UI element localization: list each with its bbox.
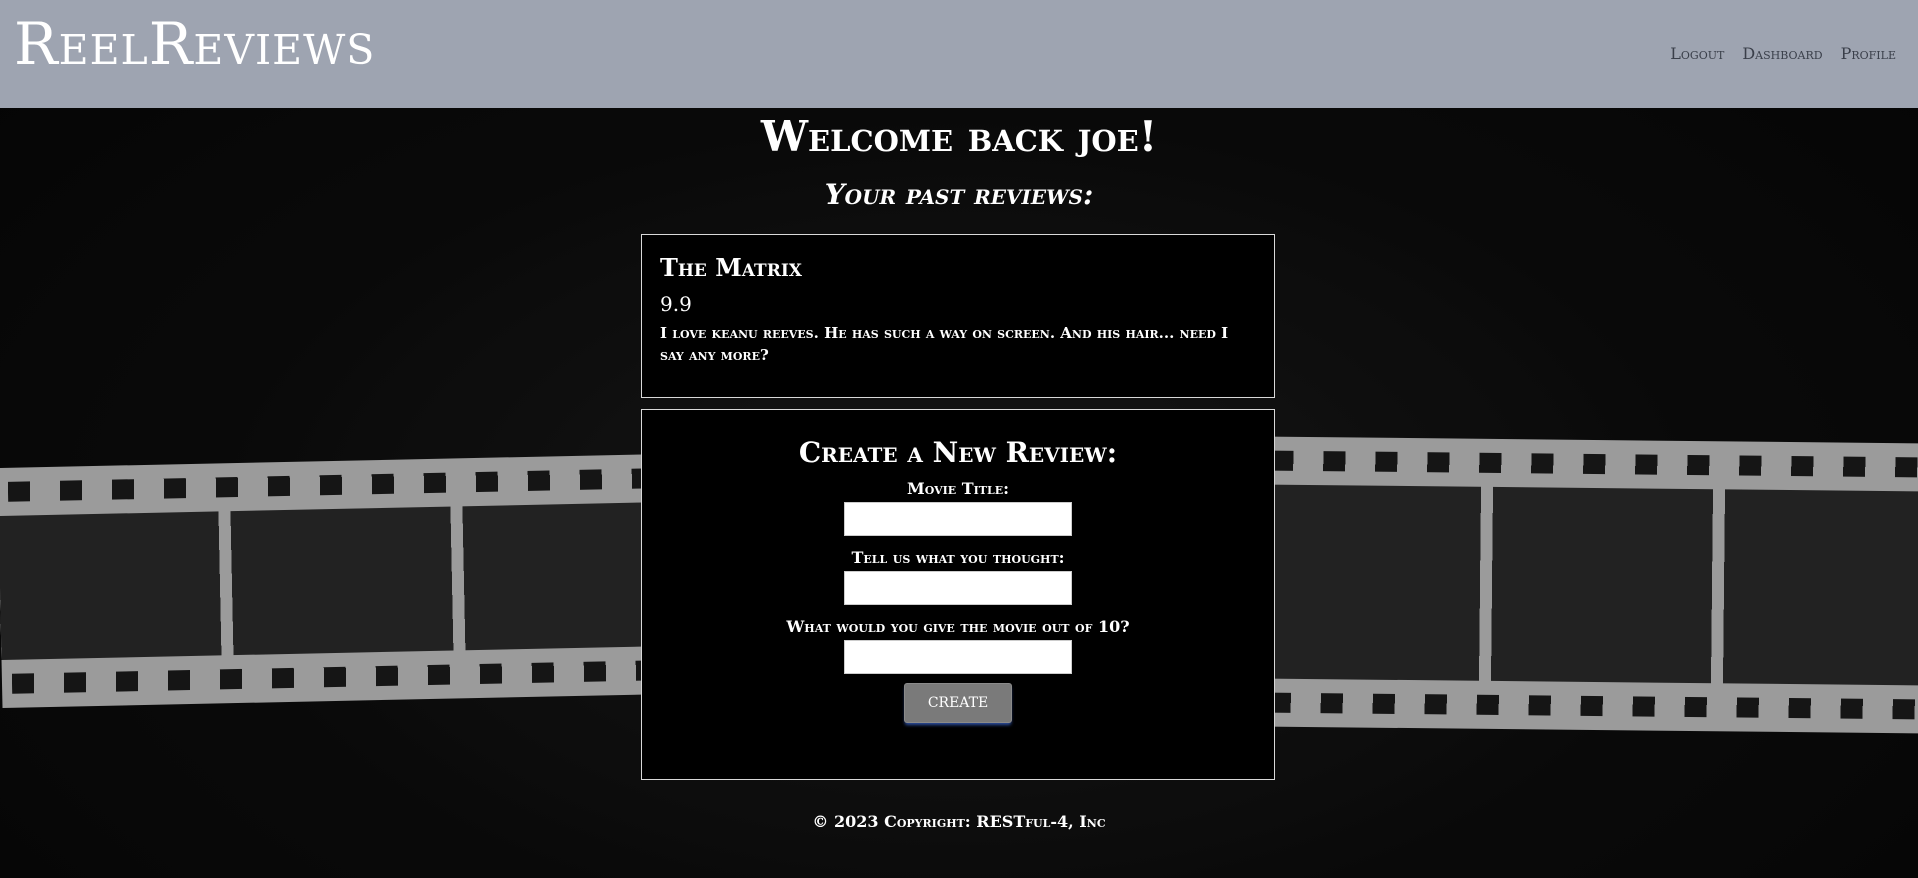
footer-copyright: © 2023 Copyright: RESTful-4, Inc xyxy=(812,812,1106,831)
nav-links: Logout Dashboard Profile xyxy=(1670,44,1896,63)
review-card: The Matrix 9.9 I love keanu reeves. He h… xyxy=(641,234,1275,398)
nav-dashboard-link[interactable]: Dashboard xyxy=(1742,44,1822,63)
rating-label: What would you give the movie out of 10? xyxy=(786,617,1130,636)
top-navbar: ReelReviews Logout Dashboard Profile xyxy=(0,0,1918,108)
past-reviews-heading: Your past reviews: xyxy=(824,178,1094,211)
create-button[interactable]: CREATE xyxy=(904,683,1012,723)
movie-title-label: Movie Title: xyxy=(907,479,1009,498)
review-rating: 9.9 xyxy=(660,292,692,316)
review-title: The Matrix xyxy=(660,253,802,282)
review-text-input[interactable] xyxy=(844,571,1072,605)
review-text-label: Tell us what you thought: xyxy=(851,548,1065,567)
create-review-form: Create a New Review: Movie Title: Tell u… xyxy=(641,409,1275,780)
nav-profile-link[interactable]: Profile xyxy=(1841,44,1896,63)
welcome-heading: Welcome back joe! xyxy=(760,112,1158,161)
movie-title-input[interactable] xyxy=(844,502,1072,536)
rating-input[interactable] xyxy=(844,640,1072,674)
nav-logout-link[interactable]: Logout xyxy=(1670,44,1724,63)
brand-logo-link[interactable]: ReelReviews xyxy=(14,10,375,78)
review-text: I love keanu reeves. He has such a way o… xyxy=(660,324,1229,364)
create-review-heading: Create a New Review: xyxy=(798,436,1118,469)
